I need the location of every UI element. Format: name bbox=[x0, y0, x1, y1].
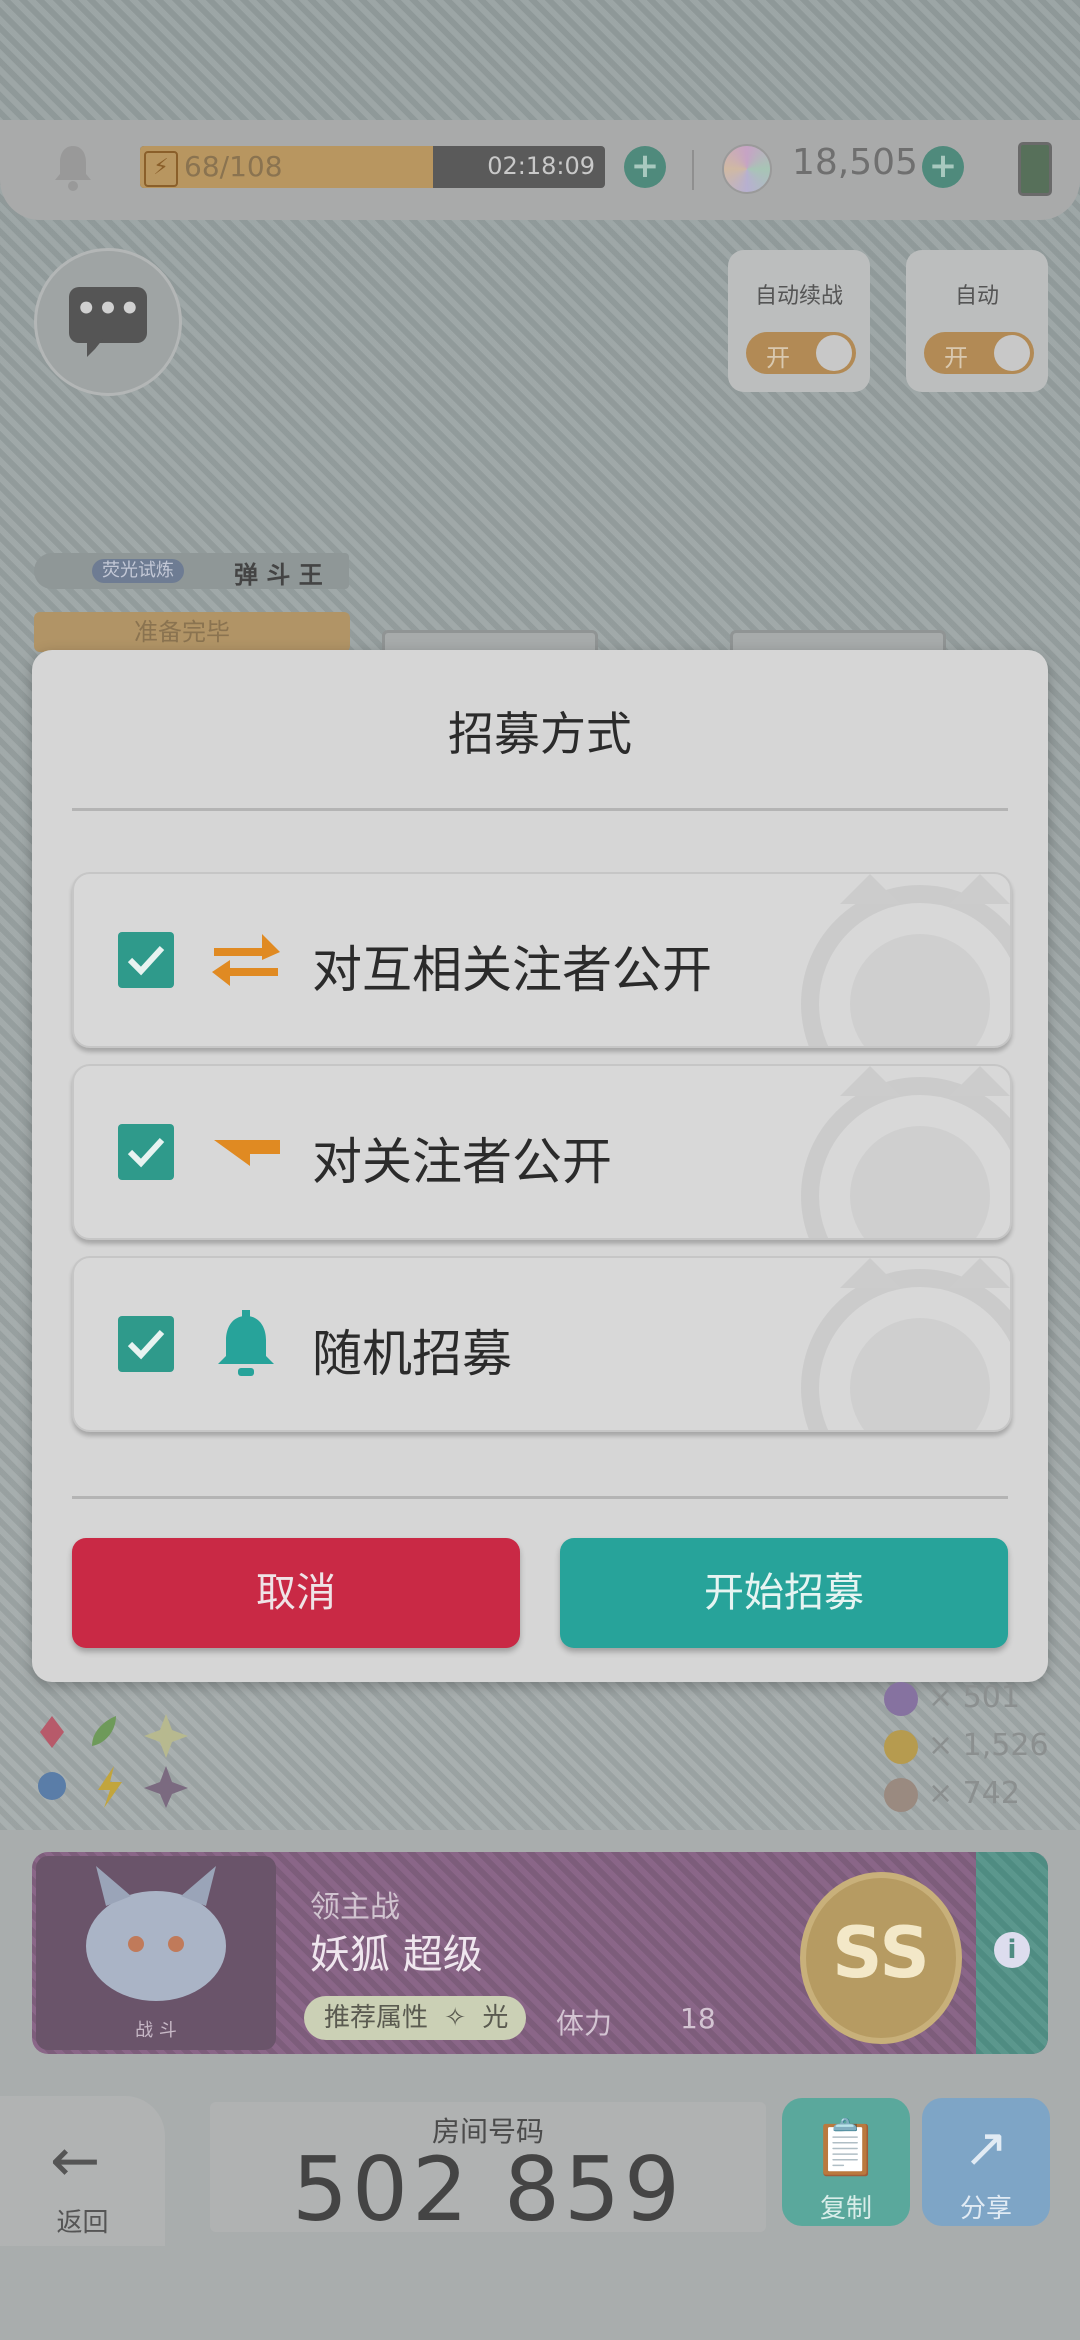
option-random[interactable]: 随机招募 bbox=[72, 1256, 1012, 1432]
reward-icon bbox=[884, 1729, 918, 1764]
lightning-icon: ⚡ bbox=[144, 151, 178, 187]
boss-banner[interactable]: 战 斗 领主战 妖狐 超级 推荐属性 ✧ 光 体力 18 SS i bbox=[32, 1852, 1048, 2054]
rank-badge: SS bbox=[800, 1872, 962, 2044]
element-attribute-icons bbox=[38, 1714, 188, 1808]
ready-status: 准备完毕 bbox=[34, 612, 350, 652]
option-label: 对互相关注者公开 bbox=[312, 941, 712, 999]
reward-icon bbox=[884, 1681, 918, 1716]
stamina-cost-value: 18 bbox=[680, 2002, 716, 2035]
room-number-box: 房间号码 502 859 bbox=[210, 2102, 766, 2241]
mutual-arrows-icon bbox=[212, 934, 280, 986]
auto-continue-label: 自动续战 bbox=[754, 284, 843, 309]
bell-icon bbox=[218, 1310, 274, 1376]
back-label: 返回 bbox=[56, 2208, 109, 2238]
gem-icon bbox=[722, 144, 772, 194]
reward-amount: × 742 bbox=[928, 1776, 1020, 1811]
reward-amount: × 1,526 bbox=[928, 1728, 1049, 1763]
light-element-icon: ✧ bbox=[444, 2003, 467, 2033]
gem-count: 18,505 bbox=[792, 142, 918, 183]
auto-card: 自动 开 bbox=[906, 250, 1048, 392]
reward-icon bbox=[884, 1777, 918, 1812]
stamina-cost-label: 体力 bbox=[556, 2007, 613, 2040]
chat-icon: ••• bbox=[69, 287, 147, 357]
battle-mode: 领主战 bbox=[310, 1890, 400, 1925]
dialog-title: 招募方式 bbox=[448, 707, 632, 761]
start-recruit-button[interactable]: 开始招募 bbox=[560, 1538, 1008, 1648]
recommended-label: 推荐属性 bbox=[324, 2003, 429, 2033]
stamina-bar: ⚡ 68/108 02:18:09 bbox=[140, 146, 605, 188]
add-stamina-button[interactable]: + bbox=[624, 146, 666, 188]
player-title-badge: 荧光试炼 bbox=[92, 559, 184, 583]
auto-continue-toggle[interactable]: 开 bbox=[746, 332, 856, 374]
auto-toggle-text: 开 bbox=[944, 344, 968, 372]
divider bbox=[72, 1496, 1008, 1499]
follow-flag-icon bbox=[214, 1140, 280, 1166]
clipboard-icon: 📋 bbox=[812, 2116, 880, 2179]
watermark-emblem-icon bbox=[801, 1066, 1010, 1238]
watermark-emblem-icon bbox=[801, 1258, 1010, 1430]
reward-count: × 742 bbox=[884, 1776, 1020, 1812]
toggle-knob bbox=[994, 335, 1030, 371]
share-icon: ↗ bbox=[963, 2116, 1009, 2179]
copy-button[interactable]: 📋 复制 bbox=[782, 2098, 910, 2226]
recruit-method-dialog: 招募方式 对互相关注者公开 对关注者公开 随机招募 取消 开始招募 bbox=[32, 650, 1048, 1682]
stamina-text: 68/108 bbox=[184, 150, 283, 183]
reward-count: × 1,526 bbox=[884, 1728, 1049, 1764]
back-button[interactable]: ← 返回 bbox=[0, 2096, 165, 2246]
auto-continue-toggle-text: 开 bbox=[766, 344, 790, 372]
chat-button[interactable]: ••• bbox=[34, 248, 182, 396]
option-label: 对关注者公开 bbox=[312, 1133, 612, 1191]
status-divider bbox=[692, 150, 694, 190]
player-name: 弹 斗 王 bbox=[234, 561, 323, 589]
share-button[interactable]: ↗ 分享 bbox=[922, 2098, 1050, 2226]
boss-name: 妖狐 超级 bbox=[310, 1932, 483, 1978]
auto-continue-card: 自动续战 开 bbox=[728, 250, 870, 392]
top-status-bar: ⚡ 68/108 02:18:09 + 18,505 + bbox=[0, 120, 1080, 220]
auto-toggle[interactable]: 开 bbox=[924, 332, 1034, 374]
info-icon: i bbox=[994, 1932, 1030, 1968]
notification-bell-icon[interactable] bbox=[52, 142, 94, 192]
toggle-knob bbox=[816, 335, 852, 371]
share-label: 分享 bbox=[959, 2194, 1012, 2224]
boss-info-button[interactable]: i bbox=[976, 1852, 1048, 2054]
option-mutual-followers[interactable]: 对互相关注者公开 bbox=[72, 872, 1012, 1048]
cancel-button[interactable]: 取消 bbox=[72, 1538, 520, 1648]
battle-label: 战 斗 bbox=[135, 2020, 177, 2041]
option-label: 随机招募 bbox=[312, 1325, 512, 1383]
watermark-emblem-icon bbox=[801, 874, 1010, 1046]
recommended-attribute: 推荐属性 ✧ 光 bbox=[304, 1996, 527, 2040]
option-followers[interactable]: 对关注者公开 bbox=[72, 1064, 1012, 1240]
checkbox-checked[interactable] bbox=[118, 1316, 174, 1372]
checkbox-checked[interactable] bbox=[118, 932, 174, 988]
fox-monster-icon bbox=[86, 1866, 226, 2001]
auto-label: 自动 bbox=[954, 284, 999, 309]
reward-amount: × 501 bbox=[928, 1680, 1020, 1715]
back-arrow-icon: ← bbox=[50, 2126, 101, 2196]
player-tag: 荧光试炼 弹 斗 王 bbox=[34, 553, 349, 589]
copy-label: 复制 bbox=[819, 2194, 872, 2224]
recommended-value: 光 bbox=[482, 2003, 509, 2033]
battery-icon bbox=[1018, 142, 1052, 196]
add-gem-button[interactable]: + bbox=[922, 146, 964, 188]
stamina-timer: 02:18:09 bbox=[487, 152, 595, 180]
reward-count: × 501 bbox=[884, 1680, 1020, 1716]
divider bbox=[72, 808, 1008, 811]
boss-portrait: 战 斗 bbox=[36, 1856, 276, 2050]
checkbox-checked[interactable] bbox=[118, 1124, 174, 1180]
room-number: 502 859 bbox=[292, 2138, 684, 2241]
